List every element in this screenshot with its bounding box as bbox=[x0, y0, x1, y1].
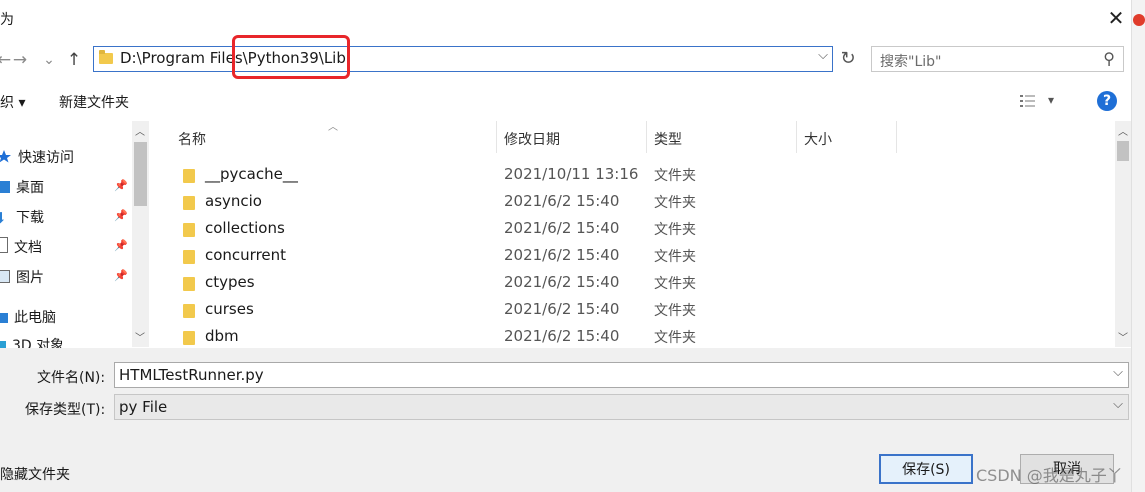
watermark: CSDN @我是丸子丫 bbox=[976, 466, 1123, 485]
up-button[interactable]: ↑ bbox=[62, 48, 86, 72]
file-name: concurrent bbox=[205, 246, 287, 264]
pin-icon: 📌 bbox=[114, 239, 128, 252]
column-header-date[interactable]: 修改日期 bbox=[504, 129, 560, 149]
column-header-name[interactable]: 名称 bbox=[178, 129, 206, 149]
table-row[interactable]: asyncio 2021/6/2 15:40 文件夹 bbox=[150, 188, 1115, 215]
table-row[interactable]: __pycache__ 2021/10/11 13:16 文件夹 bbox=[150, 161, 1115, 188]
column-divider[interactable] bbox=[896, 121, 897, 153]
folder-icon bbox=[183, 223, 195, 237]
sidebar-item-quick-access[interactable]: 快速访问 bbox=[0, 147, 74, 167]
column-divider[interactable] bbox=[796, 121, 797, 153]
folder-icon bbox=[183, 250, 195, 264]
filename-label: 文件名(N): bbox=[37, 370, 106, 386]
file-date: 2021/6/2 15:40 bbox=[504, 246, 620, 264]
address-bar[interactable]: D:\Program Files\Python39\Lib ⌵ bbox=[93, 46, 833, 72]
filetype-select[interactable]: py File ⌵ bbox=[114, 394, 1129, 420]
folder-icon bbox=[183, 277, 195, 291]
file-date: 2021/10/11 13:16 bbox=[504, 165, 639, 183]
folder-icon bbox=[99, 50, 113, 64]
file-type: 文件夹 bbox=[654, 168, 696, 184]
chevron-down-icon[interactable]: ⌵ bbox=[818, 48, 828, 63]
star-icon bbox=[0, 149, 12, 163]
save-button[interactable]: 保存(S) bbox=[879, 454, 973, 484]
sidebar-scroll-thumb[interactable] bbox=[134, 142, 147, 206]
sidebar-item-desktop[interactable]: 桌面 bbox=[0, 177, 44, 197]
folder-icon bbox=[183, 304, 195, 318]
file-type: 文件夹 bbox=[654, 195, 696, 211]
chevron-up-icon[interactable]: ︿ bbox=[135, 123, 145, 138]
file-type: 文件夹 bbox=[654, 249, 696, 265]
file-list-scroll-thumb[interactable] bbox=[1117, 141, 1129, 161]
folder-icon bbox=[183, 169, 195, 183]
sidebar-item-downloads[interactable]: ⬇ 下载 bbox=[0, 207, 44, 227]
filename-value: HTMLTestRunner.py bbox=[119, 366, 264, 384]
sidebar-item-pictures[interactable]: 图片 bbox=[0, 267, 44, 287]
computer-icon bbox=[0, 313, 8, 323]
pin-icon: 📌 bbox=[114, 179, 128, 192]
file-date: 2021/6/2 15:40 bbox=[504, 273, 620, 291]
chevron-down-icon[interactable]: ﹀ bbox=[1118, 329, 1128, 344]
file-type: 文件夹 bbox=[654, 303, 696, 319]
help-icon[interactable]: ? bbox=[1097, 91, 1117, 111]
recent-locations-button[interactable]: ⌄ bbox=[37, 48, 61, 72]
file-name: collections bbox=[205, 219, 285, 237]
file-type: 文件夹 bbox=[654, 222, 696, 238]
filename-field[interactable]: HTMLTestRunner.py ⌵ bbox=[114, 362, 1129, 388]
search-input[interactable]: 搜索"Lib" ⚲ bbox=[871, 46, 1124, 72]
sidebar-item-this-pc[interactable]: 此电脑 bbox=[0, 307, 56, 327]
file-list-header: 名称 修改日期 类型 大小 bbox=[150, 121, 1115, 153]
desktop-icon bbox=[0, 181, 10, 193]
window-title: 为 bbox=[0, 12, 14, 28]
table-row[interactable]: dbm 2021/6/2 15:40 文件夹 bbox=[150, 323, 1115, 347]
chevron-down-icon[interactable]: ⌵ bbox=[1113, 397, 1123, 412]
organize-menu-button[interactable]: 织 ▾ bbox=[0, 92, 25, 112]
file-name: asyncio bbox=[205, 192, 262, 210]
pin-icon: 📌 bbox=[114, 209, 128, 222]
filetype-label: 保存类型(T): bbox=[25, 402, 106, 418]
file-name: __pycache__ bbox=[205, 165, 298, 183]
column-divider[interactable] bbox=[496, 121, 497, 153]
refresh-icon[interactable]: ↻ bbox=[837, 48, 859, 70]
chevron-down-icon[interactable]: ﹀ bbox=[135, 329, 145, 344]
new-folder-button[interactable]: 新建文件夹 bbox=[59, 92, 129, 112]
chevron-up-icon[interactable]: ︿ bbox=[1118, 123, 1128, 138]
file-type: 文件夹 bbox=[654, 276, 696, 292]
document-icon bbox=[0, 237, 8, 253]
search-placeholder: 搜索"Lib" bbox=[880, 54, 942, 70]
download-icon: ⬇ bbox=[0, 209, 7, 227]
file-date: 2021/6/2 15:40 bbox=[504, 300, 620, 318]
title-bar bbox=[0, 0, 1145, 38]
background-window-strip bbox=[1131, 0, 1145, 492]
pin-icon: 📌 bbox=[114, 269, 128, 282]
table-row[interactable]: ctypes 2021/6/2 15:40 文件夹 bbox=[150, 269, 1115, 296]
file-date: 2021/6/2 15:40 bbox=[504, 327, 620, 345]
file-date: 2021/6/2 15:40 bbox=[504, 219, 620, 237]
picture-icon bbox=[0, 270, 10, 283]
chevron-down-icon[interactable]: ⌵ bbox=[1113, 365, 1123, 380]
close-icon[interactable]: ✕ bbox=[1104, 6, 1128, 30]
sidebar-item-documents[interactable]: 文档 bbox=[0, 237, 42, 257]
file-name: curses bbox=[205, 300, 254, 318]
folder-icon bbox=[183, 196, 195, 210]
hide-folders-toggle[interactable]: 隐藏文件夹 bbox=[0, 464, 70, 484]
column-divider[interactable] bbox=[646, 121, 647, 153]
table-row[interactable]: collections 2021/6/2 15:40 文件夹 bbox=[150, 215, 1115, 242]
view-dropdown-icon[interactable]: ▾ bbox=[1048, 93, 1054, 107]
search-icon: ⚲ bbox=[1103, 49, 1115, 68]
navigation-pane: 快速访问 桌面 📌 ⬇ 下载 📌 文档 📌 图片 📌 此电脑 3D 对象 bbox=[0, 121, 150, 354]
column-header-type[interactable]: 类型 bbox=[654, 129, 682, 149]
filetype-value: py File bbox=[119, 398, 168, 416]
folder-icon bbox=[183, 331, 195, 345]
file-name: dbm bbox=[205, 327, 239, 345]
file-name: ctypes bbox=[205, 273, 255, 291]
table-row[interactable]: concurrent 2021/6/2 15:40 文件夹 bbox=[150, 242, 1115, 269]
annotation-highlight-box bbox=[232, 35, 350, 79]
forward-button[interactable]: → bbox=[8, 48, 32, 72]
file-type: 文件夹 bbox=[654, 330, 696, 346]
column-header-size[interactable]: 大小 bbox=[804, 129, 832, 149]
notification-dot bbox=[1133, 14, 1145, 26]
view-options-icon[interactable] bbox=[1019, 93, 1037, 109]
table-row[interactable]: curses 2021/6/2 15:40 文件夹 bbox=[150, 296, 1115, 323]
file-date: 2021/6/2 15:40 bbox=[504, 192, 620, 210]
